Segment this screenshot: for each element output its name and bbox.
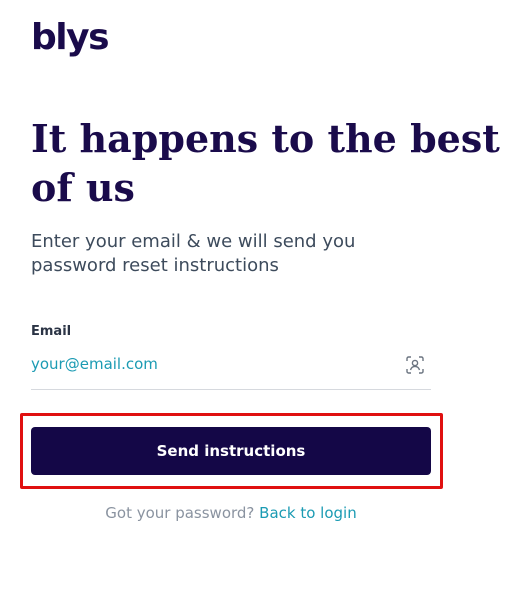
email-input[interactable]: [31, 346, 391, 382]
contact-card-icon[interactable]: [405, 355, 425, 375]
blys-logo: blys: [31, 17, 110, 58]
reset-password-page: blys It happens to the best of us Enter …: [0, 0, 520, 599]
page-subtitle: Enter your email & we will send you pass…: [31, 231, 356, 276]
send-instructions-button[interactable]: Send instructions: [31, 427, 431, 475]
email-field-wrapper: [31, 346, 431, 390]
page-title: It happens to the best of us: [31, 116, 500, 210]
back-to-login-row: Got your password? Back to login: [31, 504, 431, 522]
footer-prompt: Got your password?: [105, 504, 255, 522]
back-to-login-link[interactable]: Back to login: [259, 504, 357, 522]
email-label: Email: [31, 324, 72, 339]
